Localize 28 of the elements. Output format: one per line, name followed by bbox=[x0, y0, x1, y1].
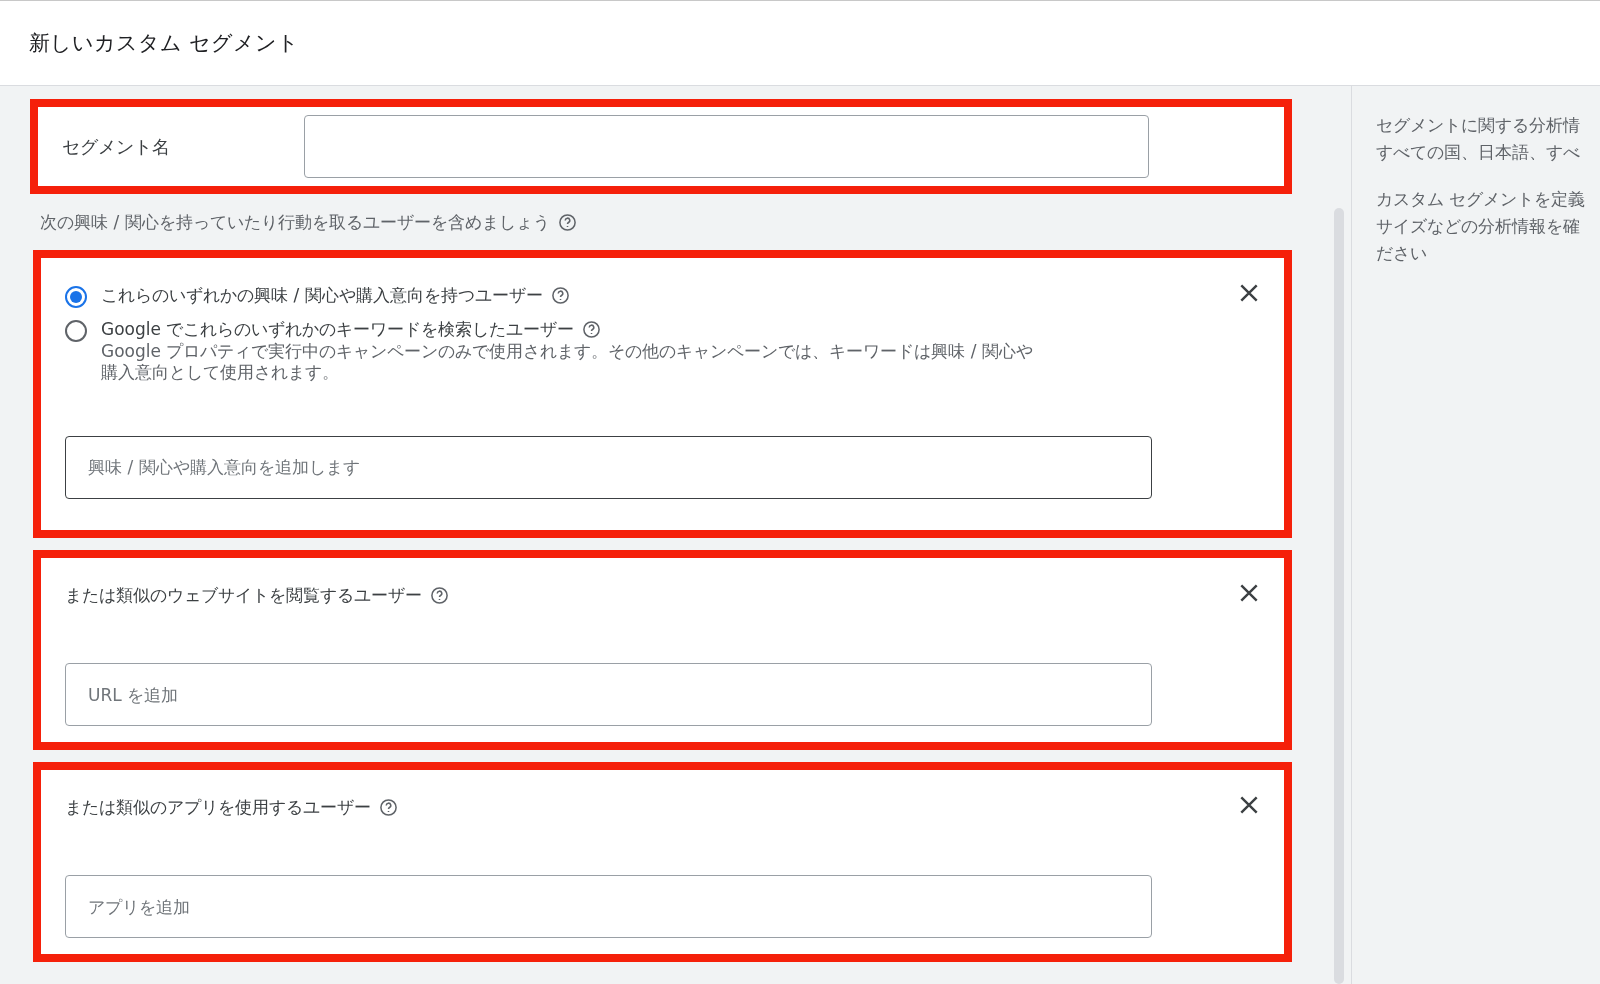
segment-name-field[interactable] bbox=[304, 115, 1149, 178]
radio-button[interactable] bbox=[65, 286, 87, 308]
help-icon[interactable] bbox=[582, 320, 602, 339]
section-title: または類似のウェブサイトを閲覧するユーザー bbox=[65, 584, 422, 607]
help-icon[interactable] bbox=[379, 798, 398, 817]
option-label: これらのいずれかの興味 / 関心や購入意向を持つユーザー bbox=[101, 284, 543, 307]
radio-button[interactable] bbox=[65, 320, 87, 342]
dialog-title: 新しいカスタム セグメント bbox=[29, 30, 299, 57]
option-description: 購入意向として使用されます。 bbox=[101, 362, 340, 384]
add-field[interactable]: アプリを追加 bbox=[65, 875, 1152, 938]
help-icon[interactable] bbox=[550, 286, 570, 305]
option-label: Google でこれらのいずれかのキーワードを検索したユーザー bbox=[101, 318, 575, 341]
help-icon[interactable] bbox=[430, 586, 449, 605]
option-description: Google プロパティで実行中のキャンペーンのみで使用されます。その他のキャンペーンでは、キーワードは興味 / 関心や bbox=[101, 341, 1033, 363]
add-field[interactable]: 興味 / 関心や購入意向を追加します bbox=[65, 435, 1152, 499]
section-title: または類似のアプリを使用するユーザー bbox=[65, 796, 371, 819]
side-panel-text: すべての国、日本語、すべ bbox=[1376, 141, 1581, 164]
side-panel-text: ださい bbox=[1376, 242, 1428, 265]
close-icon[interactable] bbox=[1238, 282, 1260, 304]
include-hint: 次の興味 / 関心を持っていたり行動を取るユーザーを含めましょう bbox=[40, 210, 550, 234]
segment-name-label: セグメント名 bbox=[62, 134, 171, 159]
close-icon[interactable] bbox=[1238, 582, 1260, 604]
side-panel-text: カスタム セグメントを定義 bbox=[1376, 188, 1587, 211]
add-field[interactable]: URL を追加 bbox=[65, 663, 1152, 726]
help-icon[interactable] bbox=[557, 212, 577, 232]
side-panel-text: セグメントに関する分析情 bbox=[1376, 114, 1581, 137]
side-panel-text: サイズなどの分析情報を確 bbox=[1376, 215, 1581, 238]
close-icon[interactable] bbox=[1238, 794, 1260, 816]
